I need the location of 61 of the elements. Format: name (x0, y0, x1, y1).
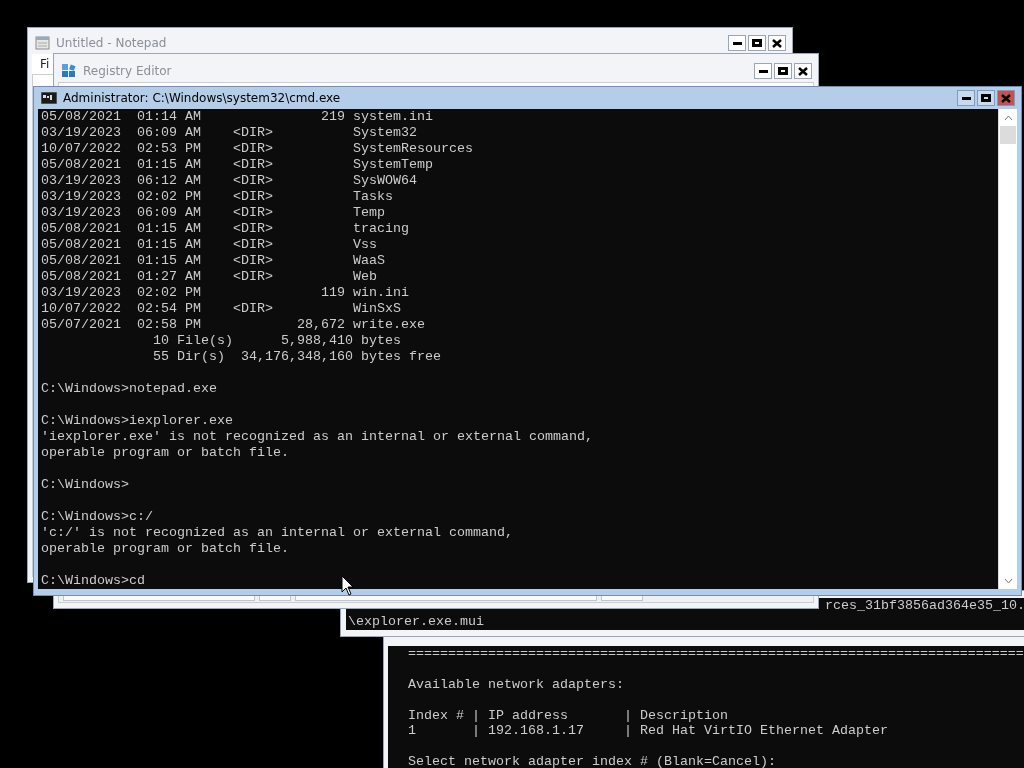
console-line: Select network adapter index # (Blank=Cancel): (408, 754, 776, 768)
console-line: 1 | 192.168.1.17 | Red Hat VirtIO Ethernet Adapter (408, 723, 888, 738)
window-title: Administrator: C:\Windows\system32\cmd.exe (63, 91, 342, 105)
console-line: C:\Windows>cd (41, 573, 145, 589)
close-icon (772, 38, 782, 48)
console-line: 03/19/2023 06:09 AM <DIR> Temp (41, 205, 385, 221)
console-line: 05/08/2021 01:15 AM <DIR> SystemTemp (41, 157, 433, 173)
console-line: C:\Windows>notepad.exe (41, 381, 217, 397)
console-line: Available network adapters: (408, 677, 624, 692)
console-line: C:\Windows> (41, 477, 129, 493)
minimize-icon (758, 69, 768, 73)
terminal-icon (41, 92, 57, 104)
maximize-icon (981, 94, 991, 102)
console-line: \explorer.exe.mui (348, 614, 484, 630)
maximize-button[interactable] (774, 63, 792, 79)
console-line: operable program or batch file. (41, 541, 289, 557)
console-line: 03/19/2023 02:02 PM 119 win.ini (41, 285, 409, 301)
console-line: 10/07/2022 02:54 PM <DIR> WinSxS (41, 301, 401, 317)
minimize-button[interactable] (728, 35, 746, 51)
scroll-thumb[interactable] (1000, 126, 1016, 144)
maximize-button[interactable] (977, 90, 995, 106)
close-button[interactable] (794, 63, 812, 79)
chevron-up-icon (1003, 114, 1013, 121)
console-line: 55 Dir(s) 34,176,348,160 bytes free (151, 349, 441, 365)
console-line: 'c:/' is not recognized as an internal or external command, (41, 525, 513, 541)
console-line: 05/08/2021 01:15 AM <DIR> tracing (41, 221, 409, 237)
window-title: Untitled - Notepad (56, 36, 168, 50)
console-line: 03/19/2023 06:12 AM <DIR> SysWOW64 (41, 173, 417, 189)
window-title: Registry Editor (83, 64, 173, 78)
scrollbar[interactable] (998, 109, 1017, 589)
minimize-button[interactable] (754, 63, 772, 79)
console-line: 05/08/2021 01:15 AM <DIR> Vss (41, 237, 377, 253)
close-icon (798, 66, 808, 76)
console-line: Index # | IP address | Description (408, 708, 728, 723)
console-line: ============================================================================= (408, 646, 1024, 661)
minimize-icon (732, 41, 742, 45)
close-icon (1001, 93, 1011, 103)
notepad-icon (35, 36, 50, 50)
console-line: 05/07/2021 02:58 PM 28,672 write.exe (41, 317, 425, 333)
console-line: 05/08/2021 01:27 AM <DIR> Web (41, 269, 377, 285)
console-line: 03/19/2023 06:09 AM <DIR> System32 (41, 125, 417, 141)
maximize-icon (778, 67, 788, 75)
close-button[interactable] (997, 90, 1015, 106)
console-line: 'iexplorer.exe' is not recognized as an internal or external command, (41, 429, 593, 445)
console-line: C:\Windows>c:/ (41, 509, 153, 525)
console-line: operable program or batch file. (41, 445, 289, 461)
close-button[interactable] (768, 35, 786, 51)
cubes-icon (61, 63, 77, 79)
chevron-down-icon (1003, 577, 1013, 584)
console-line: 05/08/2021 01:14 AM 219 system.ini (41, 109, 433, 125)
console-line: C:\Windows>iexplorer.exe (41, 413, 233, 429)
minimize-button[interactable] (957, 90, 975, 106)
console-line: 05/08/2021 01:15 AM <DIR> WaaS (41, 253, 385, 269)
maximize-icon (752, 39, 762, 47)
menu-item[interactable]: Fi (40, 57, 56, 71)
console-line: 10 File(s) 5,988,410 bytes (151, 333, 401, 349)
console-line: rces_31bf3856ad364e35_10. (825, 598, 1024, 614)
console-line: 10/07/2022 02:53 PM <DIR> SystemResources (41, 141, 473, 157)
console-line: 03/19/2023 02:02 PM <DIR> Tasks (41, 189, 393, 205)
minimize-icon (961, 96, 971, 100)
maximize-button[interactable] (748, 35, 766, 51)
